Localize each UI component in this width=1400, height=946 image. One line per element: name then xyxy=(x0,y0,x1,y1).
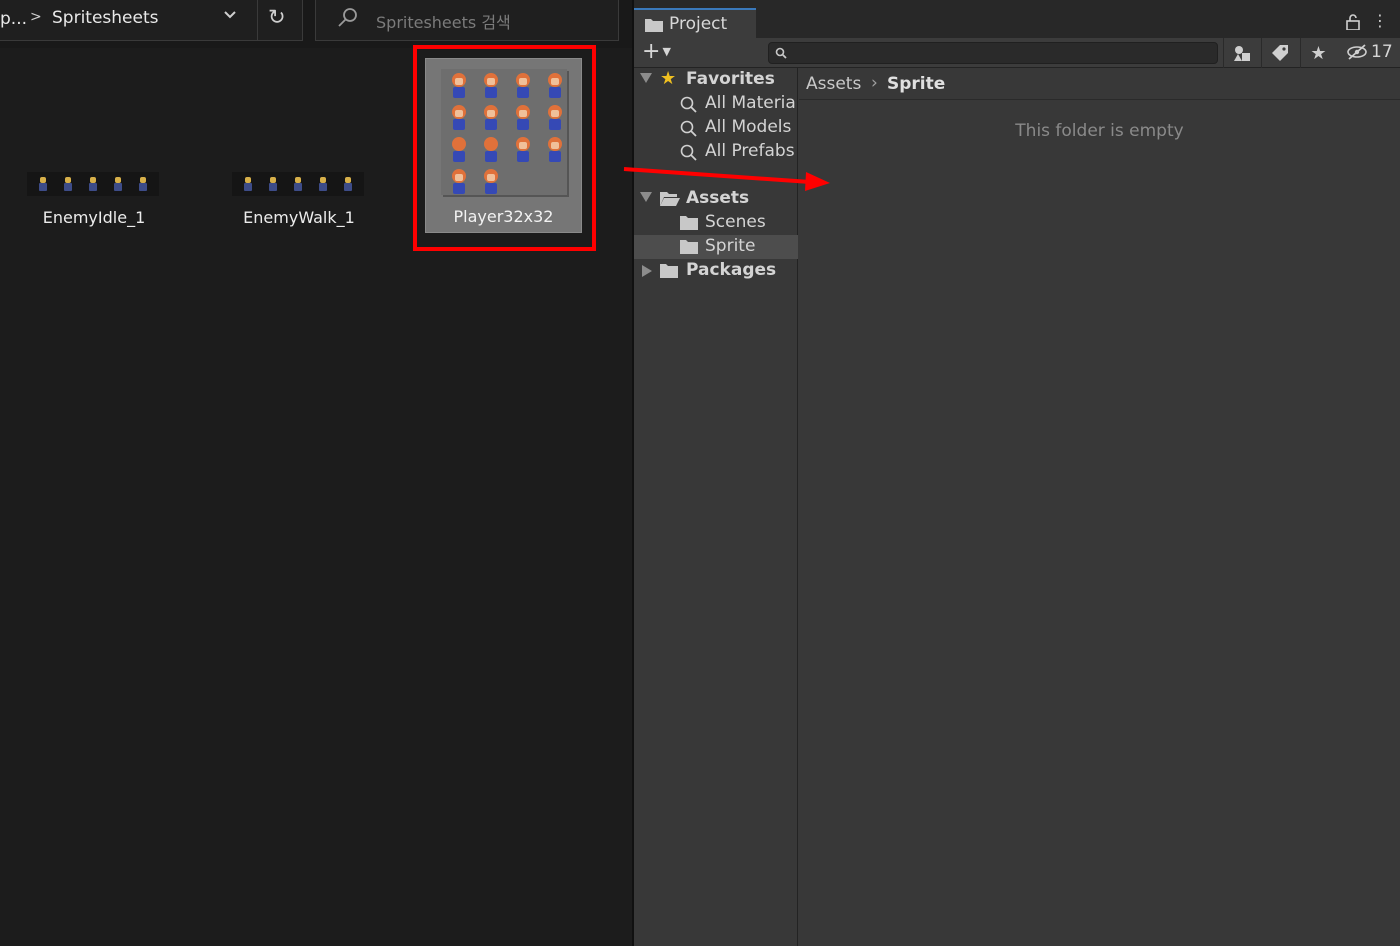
project-search-input[interactable] xyxy=(768,42,1218,64)
folder-icon xyxy=(645,19,663,32)
tab-project[interactable]: Project xyxy=(634,8,756,38)
tree-item-label: Scenes xyxy=(705,212,766,232)
tree-packages-label: Packages xyxy=(686,260,777,280)
project-content-area[interactable]: Assets › Sprite This folder is empty xyxy=(799,68,1400,946)
folder-icon xyxy=(660,264,678,278)
project-tab-bar: Project ⋮ xyxy=(634,0,1400,38)
tree-folder-scenes[interactable]: Scenes xyxy=(634,211,798,235)
tree-favorite-all-models[interactable]: All Models xyxy=(634,116,798,140)
tag-icon xyxy=(1271,45,1288,61)
chevron-down-icon[interactable] xyxy=(222,6,238,27)
file-explorer: p... > Spritesheets ↻ Spritesheets 검색 En… xyxy=(0,0,632,946)
tree-item-label: All Prefabs xyxy=(705,141,795,161)
plus-icon: + xyxy=(642,39,661,64)
explorer-toolbar: p... > Spritesheets ↻ Spritesheets 검색 xyxy=(0,0,632,48)
unity-project-window: Project ⋮ + ▼ ★ 17 ★ Favorites All Mater… xyxy=(634,0,1400,946)
kebab-menu-icon[interactable]: ⋮ xyxy=(1372,11,1388,30)
address-bar[interactable]: p... > Spritesheets ↻ xyxy=(0,0,303,41)
refresh-icon[interactable]: ↻ xyxy=(268,5,286,29)
favorites-filter-button[interactable]: ★ xyxy=(1300,38,1336,68)
tree-favorites[interactable]: ★ Favorites xyxy=(634,68,798,92)
hidden-packages-toggle[interactable]: 17 xyxy=(1346,42,1393,62)
chevron-right-icon: > xyxy=(30,9,42,25)
tree-favorite-all-prefabs[interactable]: All Prefabs xyxy=(634,140,798,164)
lock-icon[interactable] xyxy=(1346,14,1360,30)
enemy-idle-thumbnail[interactable] xyxy=(27,172,159,196)
search-icon xyxy=(680,96,697,113)
file-name-enemy-idle[interactable]: EnemyIdle_1 xyxy=(14,208,174,227)
search-placeholder: Spritesheets 검색 xyxy=(376,13,511,32)
star-icon: ★ xyxy=(1310,42,1327,64)
folder-icon xyxy=(680,240,698,254)
tree-favorites-label: Favorites xyxy=(686,69,775,89)
breadcrumb: Assets › Sprite xyxy=(799,68,1400,100)
tree-packages[interactable]: Packages xyxy=(634,259,798,283)
shapes-icon xyxy=(1233,46,1250,61)
address-current-folder[interactable]: Spritesheets xyxy=(52,8,159,28)
eye-slash-icon xyxy=(1347,44,1367,60)
search-icon xyxy=(775,47,787,59)
chevron-right-icon: › xyxy=(871,73,878,93)
create-button[interactable]: + ▼ xyxy=(642,39,671,67)
search-icon xyxy=(680,120,697,137)
hidden-count: 17 xyxy=(1371,42,1393,62)
expand-arrow-icon[interactable] xyxy=(640,73,652,83)
address-divider xyxy=(257,0,258,40)
tree-favorite-all-materials[interactable]: All Materia xyxy=(634,92,798,116)
tree-item-label: All Materia xyxy=(705,93,796,113)
search-icon xyxy=(680,144,697,161)
explorer-search[interactable]: Spritesheets 검색 xyxy=(315,0,619,41)
search-by-type-button[interactable] xyxy=(1223,38,1259,68)
breadcrumb-sprite[interactable]: Sprite xyxy=(887,74,945,94)
folder-icon xyxy=(680,216,698,230)
project-folder-tree: ★ Favorites All Materia All Models All P… xyxy=(634,68,798,946)
project-toolbar: + ▼ ★ 17 xyxy=(634,38,1400,68)
collapse-arrow-icon[interactable] xyxy=(642,265,652,277)
red-highlight-box xyxy=(413,45,596,251)
tree-item-label: Sprite xyxy=(705,236,756,256)
breadcrumb-assets[interactable]: Assets xyxy=(806,74,861,94)
drag-arrow-annotation xyxy=(623,167,830,191)
search-icon xyxy=(338,8,357,27)
search-by-label-button[interactable] xyxy=(1261,38,1297,68)
tree-item-label: All Models xyxy=(705,117,792,137)
tree-folder-sprite[interactable]: Sprite xyxy=(634,235,798,259)
empty-folder-message: This folder is empty xyxy=(1015,121,1184,141)
star-icon: ★ xyxy=(660,68,677,89)
tab-project-label: Project xyxy=(669,14,728,34)
address-truncated[interactable]: p... xyxy=(0,9,27,29)
caret-down-icon: ▼ xyxy=(662,45,671,58)
file-name-enemy-walk[interactable]: EnemyWalk_1 xyxy=(219,208,379,227)
enemy-walk-thumbnail[interactable] xyxy=(232,172,364,196)
